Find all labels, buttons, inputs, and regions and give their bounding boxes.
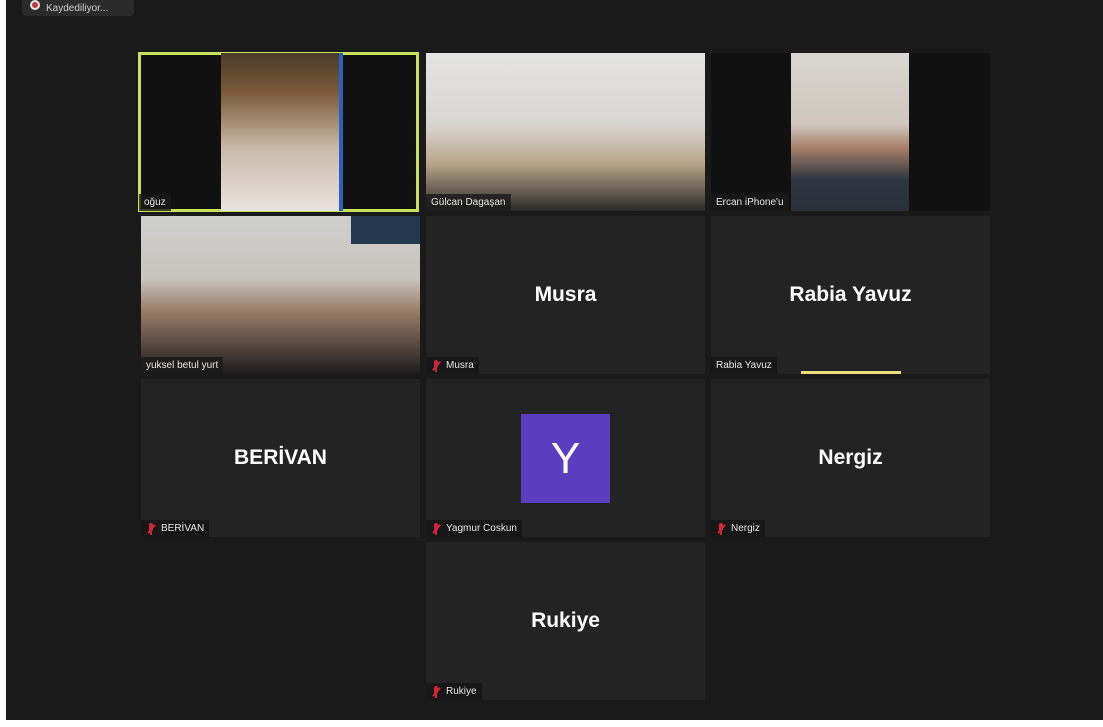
participant-avatar: Y: [521, 414, 610, 503]
participant-name: BERİVAN: [161, 523, 205, 534]
video-tile-ercan[interactable]: Ercan iPhone'u: [711, 53, 990, 211]
video-tile-yuksel[interactable]: yuksel betul yurt: [141, 216, 420, 374]
recording-indicator[interactable]: Kaydediliyor...: [22, 0, 134, 16]
participant-label: Nergiz: [711, 520, 765, 537]
video-tile-oguz[interactable]: oğuz: [138, 52, 419, 212]
participant-name: Musra: [446, 360, 474, 371]
participant-display-name: BERİVAN: [234, 446, 327, 469]
participant-label: Rukiye: [426, 683, 482, 700]
participant-label: Rabia Yavuz: [711, 357, 777, 374]
name-tile-musra[interactable]: Musra Musra: [426, 216, 705, 374]
mic-muted-icon: [431, 359, 441, 372]
participant-label: Musra: [426, 357, 479, 374]
participant-label: oğuz: [139, 194, 171, 211]
background-poster: [351, 216, 420, 244]
name-tile-berivan[interactable]: BERİVAN BERİVAN: [141, 379, 420, 537]
participant-name: Rukiye: [446, 686, 477, 697]
participant-name: Gülcan Dagaşan: [431, 197, 506, 208]
participant-label: yuksel betul yurt: [141, 357, 224, 374]
participant-label: BERİVAN: [141, 520, 210, 537]
participant-display-name: Musra: [534, 283, 597, 306]
participant-name: Nergiz: [731, 523, 760, 534]
video-edge: [339, 53, 343, 211]
speaking-indicator: [801, 371, 901, 374]
record-icon: [30, 0, 40, 10]
recording-label: Kaydediliyor...: [46, 2, 109, 14]
mic-muted-icon: [431, 522, 441, 535]
mic-muted-icon: [146, 522, 156, 535]
participant-name: Yagmur Coskun: [446, 523, 517, 534]
participant-label: Ercan iPhone'u: [711, 194, 789, 211]
participant-video: [426, 53, 705, 211]
participant-name: Ercan iPhone'u: [716, 197, 784, 208]
participant-name: oğuz: [144, 197, 166, 208]
video-tile-gulcan[interactable]: Gülcan Dagaşan: [426, 53, 705, 211]
participant-video: [791, 53, 909, 211]
participant-label: Gülcan Dagaşan: [426, 194, 511, 211]
participant-name: yuksel betul yurt: [146, 360, 219, 371]
name-tile-rabia[interactable]: Rabia Yavuz Rabia Yavuz: [711, 216, 990, 374]
name-tile-nergiz[interactable]: Nergiz Nergiz: [711, 379, 990, 537]
meeting-window: Kaydediliyor... oğuz Gülcan Dagaşan Erca…: [6, 0, 1103, 720]
mic-muted-icon: [716, 522, 726, 535]
name-tile-rukiye[interactable]: Rukiye Rukiye: [426, 542, 705, 700]
participant-display-name: Rukiye: [531, 609, 600, 632]
participant-label: Yagmur Coskun: [426, 520, 522, 537]
participant-display-name: Nergiz: [818, 446, 883, 469]
mic-muted-icon: [431, 685, 441, 698]
avatar-tile-yagmur[interactable]: Y Yagmur Coskun: [426, 379, 705, 537]
participant-display-name: Rabia Yavuz: [789, 283, 912, 306]
participant-name: Rabia Yavuz: [716, 360, 772, 371]
participant-video: [221, 53, 339, 211]
